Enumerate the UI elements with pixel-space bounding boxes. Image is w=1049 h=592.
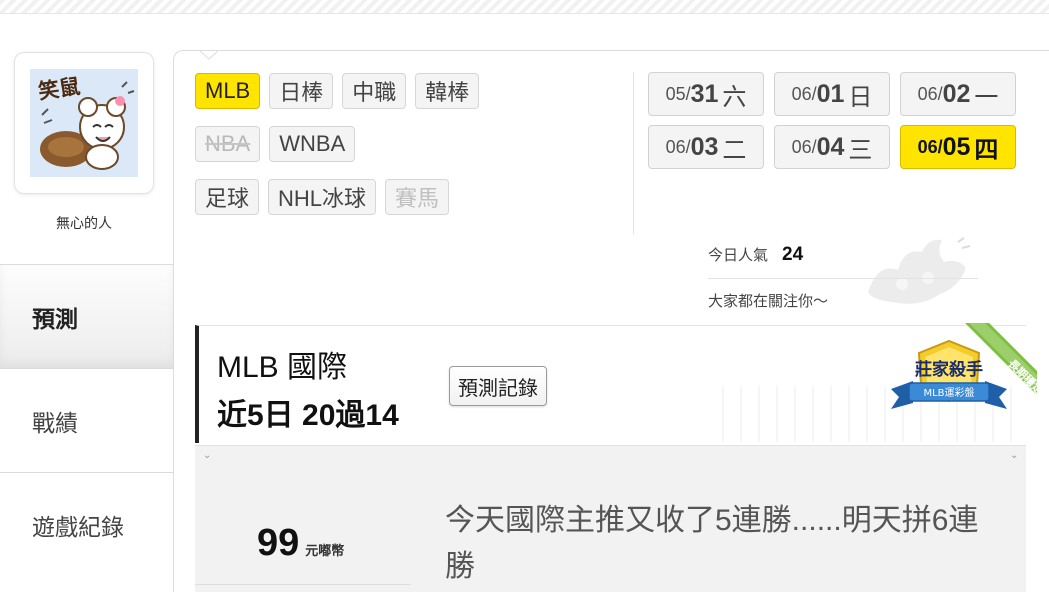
coin-price: 99 元嘟幣: [257, 522, 344, 565]
top-decorative-border: [0, 0, 1049, 14]
sidebar-item-game-history[interactable]: 遊戲紀錄: [0, 472, 174, 576]
category-chip-mlb[interactable]: MLB: [195, 73, 261, 109]
date-chip[interactable]: 06/01 日: [774, 72, 890, 116]
date-day: 02: [942, 79, 971, 108]
date-weekday: 四: [974, 136, 999, 164]
date-chip[interactable]: 06/02 一: [900, 72, 1016, 116]
category-chip-nba: NBA: [195, 126, 261, 162]
prediction-body: ⌄ ⌄ 99 元嘟幣 今天國際主推又收了5連勝......明天拼6連勝: [195, 445, 1026, 592]
date-month: 06/: [917, 83, 943, 104]
date-month: 06/: [917, 136, 943, 157]
date-weekday: 六: [722, 83, 747, 111]
mouse-mascot-icon: [40, 81, 135, 170]
coin-value: 99: [257, 522, 300, 564]
popularity-value: 24: [782, 244, 804, 265]
date-day: 04: [816, 132, 845, 161]
date-month: 06/: [791, 83, 817, 104]
sidebar-item-predict[interactable]: 預測: [0, 264, 174, 368]
date-day: 05: [942, 132, 971, 161]
date-weekday: 一: [974, 83, 999, 111]
category-filter: MLB 日棒 中職 韓棒 NBA WNBA 足球 NHL冰球 賽馬: [195, 73, 625, 232]
date-month: 06/: [791, 136, 817, 157]
avatar[interactable]: 笑鼠: [30, 69, 138, 177]
date-chip[interactable]: 05/31 六: [648, 72, 764, 116]
date-chip[interactable]: 06/03 二: [648, 125, 764, 169]
category-chip-horse-racing: 賽馬: [385, 179, 450, 215]
date-day: 31: [690, 79, 719, 108]
date-selector: 05/31 六 06/01 日 06/02 一 06/03 二 06/04 三 06/05…: [648, 72, 1028, 169]
date-day: 01: [816, 79, 845, 108]
popularity-tagline: 大家都在關注你～: [708, 293, 829, 310]
prediction-record-button[interactable]: 預測記錄: [449, 366, 547, 406]
popularity-label: 今日人氣: [708, 247, 769, 264]
pin-icon: ⌄: [1010, 450, 1019, 461]
category-chip-wnba[interactable]: WNBA: [269, 126, 356, 162]
category-chip-npb[interactable]: 日棒: [269, 73, 334, 109]
badge-ribbon-text: 長期穩定: [1005, 356, 1037, 397]
prediction-title: MLB 國際: [217, 351, 348, 384]
sidebar-menu: 預測 戰績 遊戲紀錄: [0, 264, 174, 576]
avatar-card[interactable]: 笑鼠: [14, 52, 154, 194]
category-chip-soccer[interactable]: 足球: [195, 179, 260, 215]
category-chip-cpbl[interactable]: 中職: [342, 73, 407, 109]
bookie-killer-badge-icon: 長期穩定 莊家殺手 MLB運彩盤: [891, 323, 1037, 409]
date-weekday: 三: [848, 136, 873, 164]
date-month: 06/: [665, 136, 691, 157]
prediction-message[interactable]: 今天國際主推又收了5連勝......明天拼6連勝: [445, 498, 1005, 590]
sidebar-item-label: 遊戲紀錄: [32, 513, 124, 540]
date-day: 03: [690, 132, 719, 161]
category-chip-kbo[interactable]: 韓棒: [415, 73, 480, 109]
popularity-divider: [708, 278, 978, 279]
date-chip[interactable]: 06/04 三: [774, 125, 890, 169]
prediction-record-summary: 近5日 20過14: [217, 399, 399, 432]
sidebar-item-label: 戰績: [32, 409, 78, 436]
prediction-header: MLB 國際 近5日 20過14 預測記錄 長期穩定 莊家殺手 MLB運彩盤: [195, 323, 1037, 443]
badge-sub-text: MLB運彩盤: [923, 386, 974, 399]
sidebar-item-label: 預測: [32, 305, 78, 332]
coin-divider: [195, 584, 411, 585]
coin-unit: 元嘟幣: [305, 543, 345, 558]
badge-title-text: 莊家殺手: [915, 359, 983, 380]
panel-notch-icon: [200, 50, 218, 60]
sidebar-item-record[interactable]: 戰績: [0, 368, 174, 472]
filter-divider: [633, 72, 634, 234]
date-weekday: 二: [722, 136, 747, 164]
username[interactable]: 無心的人: [14, 213, 154, 233]
date-month: 05/: [665, 83, 691, 104]
date-weekday: 日: [848, 83, 873, 111]
date-chip-selected[interactable]: 06/05 四: [900, 125, 1016, 169]
category-chip-nhl[interactable]: NHL冰球: [268, 179, 377, 215]
popularity-panel: 今日人氣 24 大家都在關注你～: [708, 244, 978, 310]
pin-icon: ⌄: [203, 450, 212, 461]
